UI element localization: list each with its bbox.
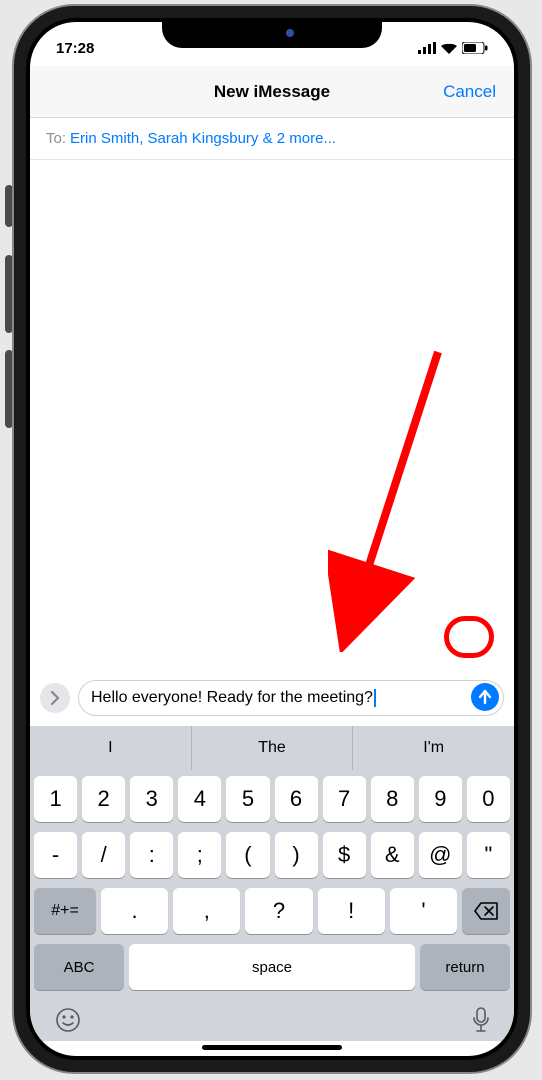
to-value: Erin Smith, Sarah Kingsbury & 2 more...: [70, 130, 336, 147]
key-amp[interactable]: &: [371, 832, 414, 878]
key-slash[interactable]: /: [82, 832, 125, 878]
key-semicolon[interactable]: ;: [178, 832, 221, 878]
message-input[interactable]: Hello everyone! Ready for the meeting?: [78, 680, 504, 716]
key-question[interactable]: ?: [245, 888, 312, 934]
key-5[interactable]: 5: [226, 776, 269, 822]
key-8[interactable]: 8: [371, 776, 414, 822]
emoji-button[interactable]: [54, 1006, 82, 1039]
key-quote[interactable]: ": [467, 832, 510, 878]
key-return[interactable]: return: [420, 944, 510, 990]
suggestion-1[interactable]: I: [30, 726, 192, 770]
chevron-right-icon: [50, 691, 60, 705]
status-time: 17:28: [56, 40, 94, 57]
key-0[interactable]: 0: [467, 776, 510, 822]
key-colon[interactable]: :: [130, 832, 173, 878]
message-text: Hello everyone! Ready for the meeting?: [91, 689, 373, 706]
key-symbols-shift[interactable]: #+=: [34, 888, 96, 934]
compose-header: New iMessage Cancel: [30, 66, 514, 118]
key-4[interactable]: 4: [178, 776, 221, 822]
home-indicator[interactable]: [202, 1045, 342, 1050]
key-2[interactable]: 2: [82, 776, 125, 822]
arrow-up-icon: [478, 689, 492, 705]
send-button[interactable]: [471, 683, 499, 711]
key-lparen[interactable]: (: [226, 832, 269, 878]
key-exclaim[interactable]: !: [318, 888, 385, 934]
keyboard: 1 2 3 4 5 6 7 8 9 0 - / : ; ( ): [30, 770, 514, 998]
suggestion-3[interactable]: I'm: [353, 726, 514, 770]
quicktype-bar: I The I'm: [30, 726, 514, 770]
key-3[interactable]: 3: [130, 776, 173, 822]
key-period[interactable]: .: [101, 888, 168, 934]
expand-apps-button[interactable]: [40, 683, 70, 713]
key-at[interactable]: @: [419, 832, 462, 878]
key-dollar[interactable]: $: [323, 832, 366, 878]
key-comma[interactable]: ,: [173, 888, 240, 934]
key-7[interactable]: 7: [323, 776, 366, 822]
key-abc[interactable]: ABC: [34, 944, 124, 990]
compose-row: Hello everyone! Ready for the meeting?: [30, 674, 514, 726]
key-1[interactable]: 1: [34, 776, 77, 822]
key-rparen[interactable]: ): [275, 832, 318, 878]
emoji-icon: [54, 1006, 82, 1034]
battery-icon: [462, 42, 488, 54]
backspace-icon: [474, 902, 498, 920]
conversation-pane: [30, 160, 514, 674]
microphone-icon: [472, 1007, 490, 1033]
suggestion-2[interactable]: The: [192, 726, 354, 770]
key-space[interactable]: space: [129, 944, 415, 990]
to-label: To:: [46, 130, 66, 147]
key-dash[interactable]: -: [34, 832, 77, 878]
key-backspace[interactable]: [462, 888, 510, 934]
page-title: New iMessage: [214, 82, 330, 102]
recipients-field[interactable]: To: Erin Smith, Sarah Kingsbury & 2 more…: [30, 118, 514, 160]
key-6[interactable]: 6: [275, 776, 318, 822]
cancel-button[interactable]: Cancel: [443, 82, 496, 102]
cellular-icon: [418, 42, 436, 54]
key-9[interactable]: 9: [419, 776, 462, 822]
key-apostrophe[interactable]: ': [390, 888, 457, 934]
wifi-icon: [441, 42, 457, 54]
dictation-button[interactable]: [472, 1007, 490, 1038]
